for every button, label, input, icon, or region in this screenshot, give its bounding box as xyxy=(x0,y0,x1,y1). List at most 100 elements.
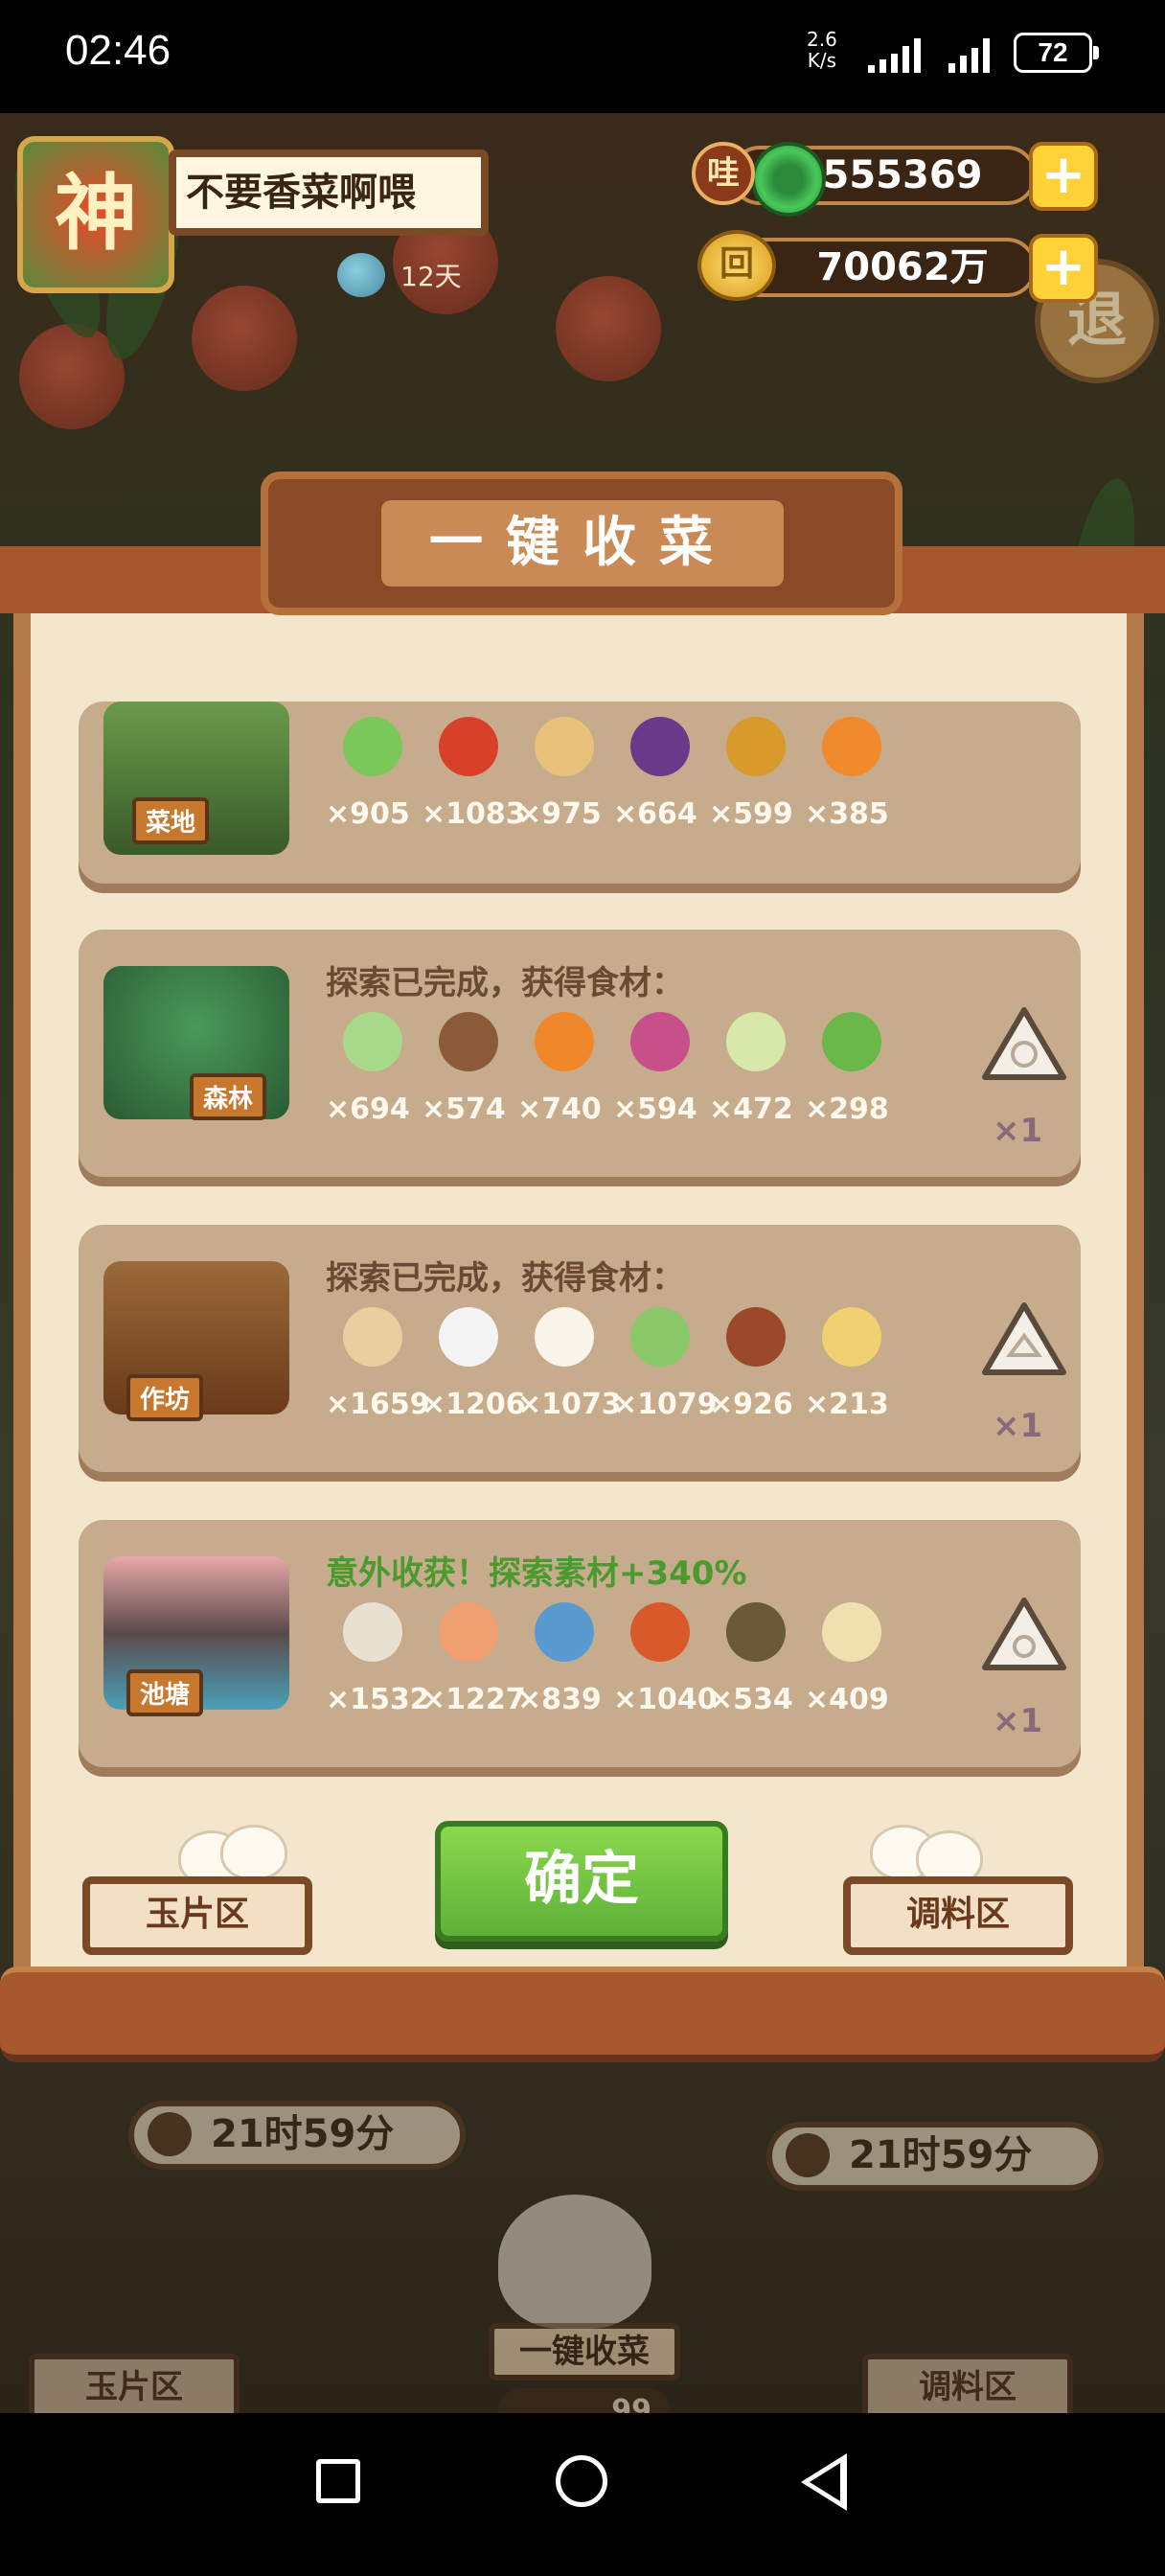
panel-bottom-beam xyxy=(0,1966,1165,2062)
panel-title-plate: 一键收菜 xyxy=(261,472,902,615)
ingredient-item: ×574 xyxy=(422,1012,517,1156)
coin-icon: 回 xyxy=(697,230,776,301)
network-speed: 2.6 K/s xyxy=(807,29,837,71)
ingredient-count: ×1073 xyxy=(517,1388,622,1421)
ingredient-item: ×409 xyxy=(805,1602,901,1746)
tofu-icon xyxy=(535,1307,594,1367)
ingredient-count: ×740 xyxy=(517,1092,602,1126)
mushroom-icon xyxy=(439,1012,498,1071)
timer-left: 21时59分 xyxy=(128,2101,466,2170)
location-tag: 作坊 xyxy=(126,1374,204,1421)
carrot-icon xyxy=(535,1012,594,1071)
radish-icon xyxy=(630,1012,690,1071)
crab-icon xyxy=(726,1602,786,1662)
cabbage-icon xyxy=(343,1012,402,1071)
seasoning-area-button[interactable]: 调料区 xyxy=(843,1876,1073,1955)
jade-currency: 555369 哇 + xyxy=(692,142,1104,217)
ingredient-item: ×1079 xyxy=(613,1307,718,1451)
ingredient-count: ×534 xyxy=(709,1683,793,1716)
meat-icon xyxy=(630,1602,690,1662)
ingredient-item: ×213 xyxy=(805,1307,901,1451)
add-coin-button[interactable]: + xyxy=(1029,234,1098,303)
ingredient-item: ×298 xyxy=(805,1012,901,1156)
ingredient-item: ×1659 xyxy=(326,1307,430,1451)
ingredient-count: ×926 xyxy=(709,1388,793,1421)
ingredient-item: ×1227 xyxy=(422,1602,526,1746)
ingredient-item: ×599 xyxy=(709,717,805,861)
workshop-thumbnail: 作坊 xyxy=(103,1261,289,1421)
jade-icon xyxy=(751,142,826,217)
panel-title: 一键收菜 xyxy=(381,500,784,586)
lantern-icon xyxy=(192,286,297,391)
ingredient-count: ×1532 xyxy=(326,1683,430,1716)
harvest-row-forest: 森林 探索已完成，获得食材： ×694 ×574 ×740 ×594 ×472 … xyxy=(79,930,1081,1177)
location-tag: 森林 xyxy=(190,1073,267,1120)
sauce-jar-icon xyxy=(726,1307,786,1367)
farmland-thumbnail: 菜地 xyxy=(103,702,289,855)
ingredient-item: ×694 xyxy=(326,1012,422,1156)
recent-apps-icon[interactable] xyxy=(316,2459,360,2503)
ingredient-item: ×594 xyxy=(613,1012,709,1156)
jade-token-icon xyxy=(981,1597,1067,1673)
ingredient-item: ×385 xyxy=(805,717,901,861)
add-jade-button[interactable]: + xyxy=(1029,142,1098,211)
fin-icon xyxy=(822,1602,881,1662)
fish-icon xyxy=(535,1602,594,1662)
ingredient-count: ×1206 xyxy=(422,1388,526,1421)
pumpkin-icon xyxy=(822,717,881,776)
signal-icon xyxy=(948,34,990,73)
ingredient-list: ×694 ×574 ×740 ×594 ×472 ×298 xyxy=(326,1012,901,1156)
ingredient-item: ×1040 xyxy=(613,1602,718,1746)
eggplant-icon xyxy=(630,717,690,776)
bg-seasoning-area-sign: 调料区 xyxy=(862,2354,1073,2421)
days-label: 12天 xyxy=(400,261,462,292)
home-icon[interactable] xyxy=(556,2455,607,2507)
herb-icon xyxy=(822,1012,881,1071)
confirm-button[interactable]: 确定 xyxy=(435,1821,728,1942)
signal-icon xyxy=(868,34,921,73)
location-tag: 池塘 xyxy=(126,1669,204,1716)
rice-bowl-icon xyxy=(439,1307,498,1367)
harvest-row-workshop: 作坊 探索已完成，获得食材： ×1659 ×1206 ×1073 ×1079 ×… xyxy=(79,1225,1081,1472)
system-nav-bar xyxy=(0,2413,1165,2576)
ingredient-count: ×839 xyxy=(517,1683,602,1716)
ingredient-item: ×975 xyxy=(517,717,613,861)
ingredient-item: ×1083 xyxy=(422,717,526,861)
ingredient-count: ×409 xyxy=(805,1683,889,1716)
lantern-icon xyxy=(556,276,661,381)
timer-right: 21时59分 xyxy=(766,2122,1104,2191)
ingredient-count: ×298 xyxy=(805,1092,889,1126)
jade-token-icon xyxy=(981,1006,1067,1083)
ingredient-count: ×1083 xyxy=(422,797,526,831)
avatar[interactable]: 神 xyxy=(17,136,174,293)
ingredient-count: ×694 xyxy=(326,1092,410,1126)
ingredient-count: ×574 xyxy=(422,1092,506,1126)
ingredient-count: ×905 xyxy=(326,797,410,831)
network-speed-unit: K/s xyxy=(807,49,837,72)
network-speed-value: 2.6 xyxy=(807,28,837,51)
ingredient-item: ×839 xyxy=(517,1602,613,1746)
token-count: ×1 xyxy=(993,1407,1043,1445)
rice-dumpling-icon xyxy=(630,1307,690,1367)
ingredient-count: ×1040 xyxy=(613,1683,718,1716)
back-icon[interactable] xyxy=(801,2453,847,2511)
jade-area-button[interactable]: 玉片区 xyxy=(82,1876,312,1955)
harvest-row-farmland: 菜地 ×905 ×1083 ×975 ×664 ×599 ×385 xyxy=(79,702,1081,884)
bamboo-shoot-icon xyxy=(726,1012,786,1071)
badge-icon xyxy=(337,253,385,297)
token-count: ×1 xyxy=(993,1112,1043,1150)
coin-amount: 70062万 xyxy=(730,238,1037,297)
pineapple-icon xyxy=(726,717,786,776)
chili-icon xyxy=(439,717,498,776)
bonus-status: 意外收获！探索素材+340% xyxy=(326,1554,747,1593)
ingredient-count: ×213 xyxy=(805,1388,889,1421)
ingredient-item: ×1206 xyxy=(422,1307,526,1451)
exploration-status: 探索已完成，获得食材： xyxy=(326,964,684,1002)
jade-token-icon xyxy=(981,1301,1067,1378)
clock: 02:46 xyxy=(65,27,171,74)
pond-thumbnail: 池塘 xyxy=(103,1556,289,1716)
status-bar: 02:46 2.6 K/s 72 xyxy=(0,0,1165,113)
player-name: 不要香菜啊喂 xyxy=(169,150,489,236)
ingredient-count: ×599 xyxy=(709,797,793,831)
gravy-boat-icon xyxy=(822,1307,881,1367)
